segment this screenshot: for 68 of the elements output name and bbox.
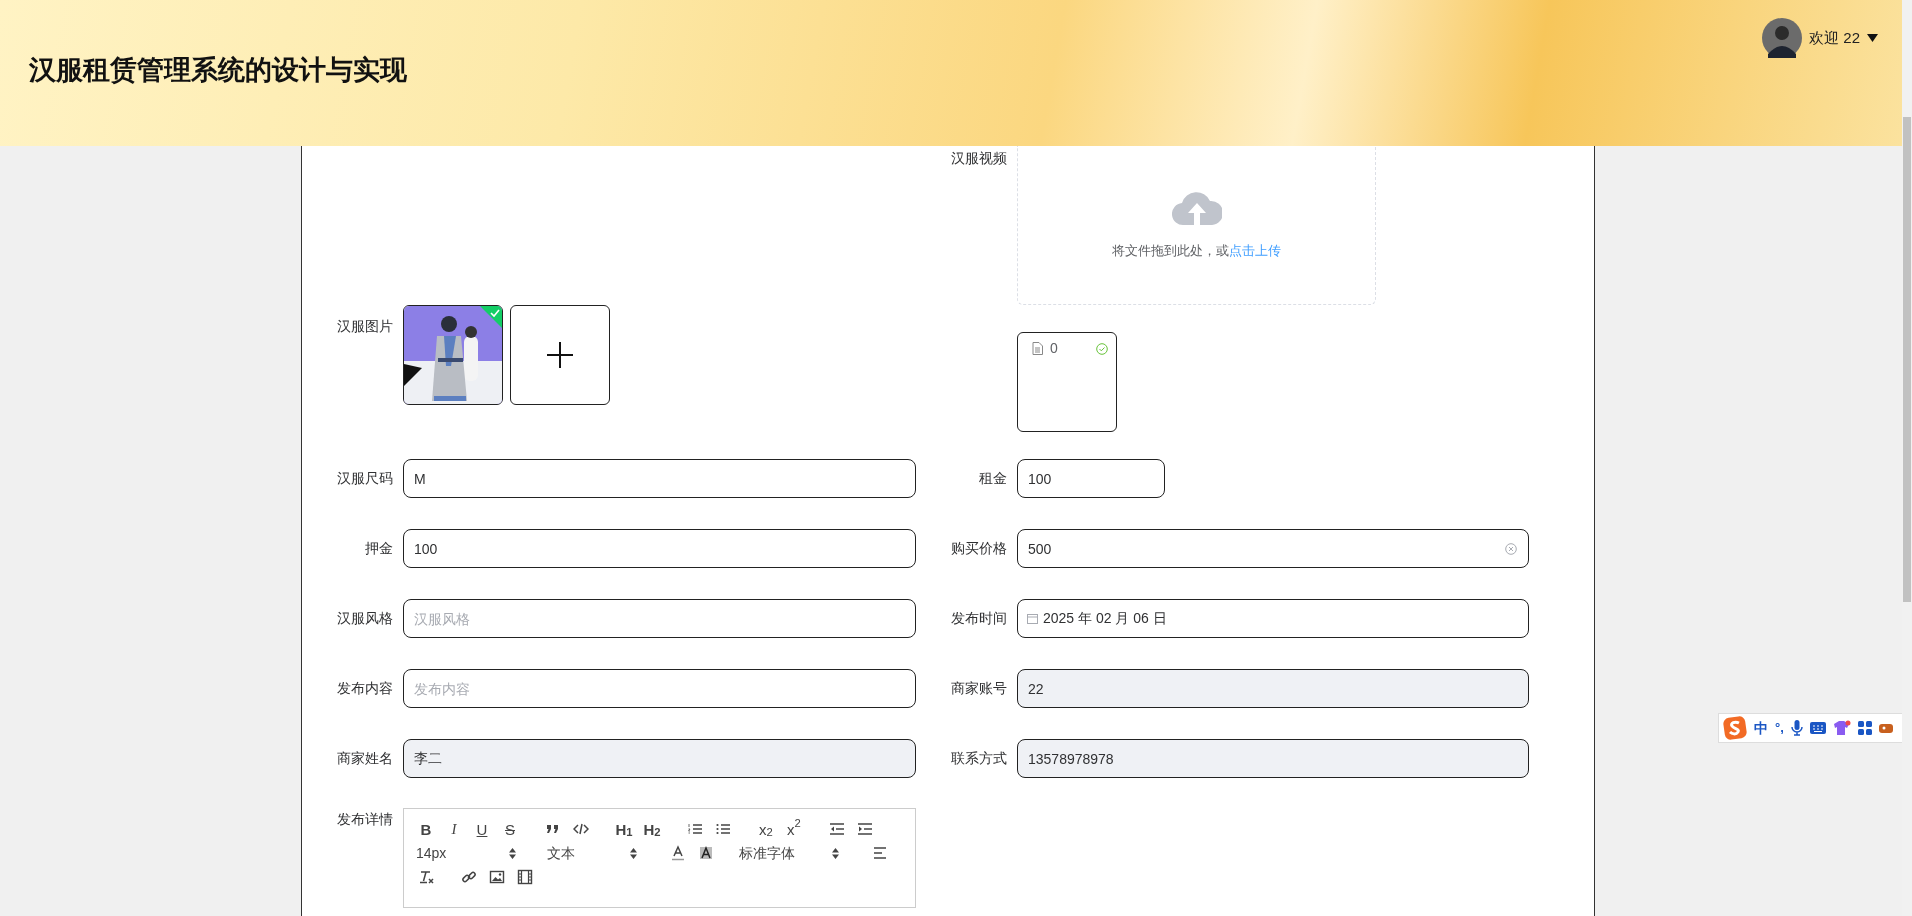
- indent-icon[interactable]: [857, 821, 873, 837]
- field-label: 联系方式: [950, 749, 1008, 768]
- date-field[interactable]: 2025 年 02 月 06 日: [1017, 599, 1529, 638]
- input-field[interactable]: M: [403, 459, 916, 498]
- dropdown-select[interactable]: 文本: [543, 841, 641, 865]
- shirt-icon[interactable]: [1832, 720, 1851, 736]
- scrollbar-thumb[interactable]: [1903, 117, 1911, 602]
- code-icon[interactable]: [573, 821, 589, 837]
- format-button[interactable]: I: [440, 817, 468, 841]
- keyboard-icon[interactable]: [1809, 722, 1826, 734]
- microphone-icon[interactable]: [1790, 720, 1803, 736]
- input-field[interactable]: 汉服风格: [403, 599, 916, 638]
- welcome-text: 欢迎 22: [1809, 27, 1860, 48]
- format-button[interactable]: U: [468, 817, 496, 841]
- field-label: 汉服尺码: [336, 469, 394, 488]
- field-label: 发布时间: [950, 609, 1008, 628]
- field-label: 商家账号: [950, 679, 1008, 698]
- caret-icon[interactable]: [1867, 34, 1878, 42]
- field-label: 租金: [978, 469, 1008, 488]
- dropdown-select[interactable]: 标准字体: [735, 841, 843, 865]
- highlight-icon[interactable]: [698, 845, 714, 861]
- sort-caret-icon: [509, 847, 516, 859]
- file-name: 0: [1050, 339, 1059, 358]
- field-label: 发布内容: [336, 679, 394, 698]
- format-button[interactable]: x$_{2}$: [752, 817, 780, 841]
- outdent-icon[interactable]: [829, 821, 845, 837]
- ime-punctuation[interactable]: °,: [1775, 718, 1784, 738]
- sort-caret-icon: [832, 847, 839, 859]
- plus-icon: [547, 342, 573, 368]
- field-label: 发布详情: [336, 810, 394, 829]
- numbered-list-icon[interactable]: [687, 821, 703, 837]
- format-button[interactable]: B: [412, 817, 440, 841]
- link-icon[interactable]: [461, 869, 477, 885]
- input-field[interactable]: 发布内容: [403, 669, 916, 708]
- avatar[interactable]: [1762, 18, 1803, 58]
- ime-logo-icon[interactable]: [1723, 716, 1747, 740]
- format-button[interactable]: H$_{1}$: [610, 817, 638, 841]
- clear-format-icon[interactable]: [418, 869, 434, 885]
- format-button[interactable]: H$_{2}$: [638, 817, 666, 841]
- field-label: 押金: [364, 539, 394, 558]
- input-field[interactable]: 500: [1017, 529, 1529, 568]
- field-label: 汉服风格: [336, 609, 394, 628]
- skin-icon[interactable]: [1878, 722, 1893, 734]
- field-label: 汉服视频: [950, 149, 1008, 168]
- format-button[interactable]: x$^{2}$: [780, 817, 808, 841]
- apps-icon[interactable]: [1857, 721, 1872, 735]
- bullet-list-icon[interactable]: [715, 821, 731, 837]
- cloud-upload-icon: [1171, 189, 1222, 228]
- page-title: 汉服租赁管理系统的设计与实现: [28, 54, 407, 87]
- add-image-button[interactable]: [510, 305, 610, 405]
- ime-mode[interactable]: 中: [1754, 717, 1768, 739]
- image-icon[interactable]: [489, 869, 505, 885]
- file-icon: [1032, 342, 1043, 355]
- input-field[interactable]: 100: [1017, 459, 1165, 498]
- film-icon[interactable]: [517, 869, 533, 885]
- upload-dropzone[interactable]: 将文件拖到此处，或点击上传: [1017, 146, 1376, 305]
- field-label: 购买价格: [950, 539, 1008, 558]
- dropdown-select[interactable]: 14px: [412, 841, 520, 865]
- text-color-icon[interactable]: [670, 845, 686, 861]
- format-button[interactable]: S: [496, 817, 524, 841]
- field-label: 商家姓名: [336, 749, 394, 768]
- field-label: 汉服图片: [336, 317, 394, 336]
- upload-hint: 将文件拖到此处，或: [1112, 243, 1229, 259]
- calendar-icon: [1027, 613, 1038, 624]
- sort-caret-icon: [630, 847, 637, 859]
- align-left-icon[interactable]: [872, 845, 888, 861]
- video-file-card[interactable]: 0: [1017, 332, 1117, 432]
- input-field[interactable]: 100: [403, 529, 916, 568]
